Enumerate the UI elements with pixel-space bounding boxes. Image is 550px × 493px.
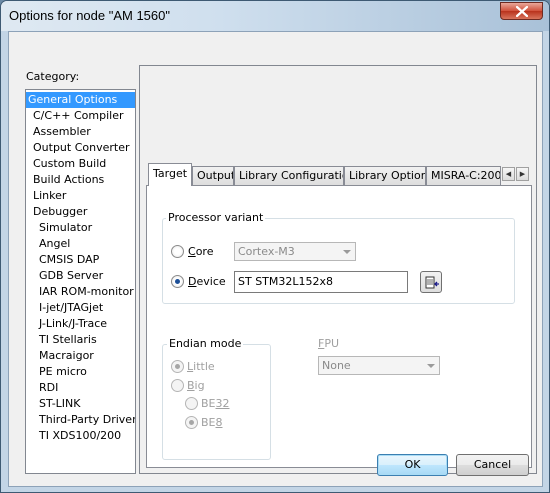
category-item-pe-micro[interactable]: PE micro — [26, 364, 135, 380]
core-select-value: Cortex-M3 — [238, 245, 295, 258]
category-item-simulator[interactable]: Simulator — [26, 220, 135, 236]
category-item-gdb-server[interactable]: GDB Server — [26, 268, 135, 284]
category-item-third-party-driver[interactable]: Third-Party Driver — [26, 412, 135, 428]
endian-mode-legend: Endian mode — [167, 337, 244, 350]
select-device-button[interactable] — [420, 271, 442, 293]
radio-dot — [175, 279, 180, 284]
device-field-value: ST STM32L152x8 — [238, 275, 334, 288]
category-item-output-converter[interactable]: Output Converter — [26, 140, 135, 156]
category-item-rdi[interactable]: RDI — [26, 380, 135, 396]
tab-library-options[interactable]: Library Options — [344, 166, 426, 186]
processor-variant-legend: Processor variant — [166, 211, 266, 224]
core-label: Core — [188, 245, 214, 258]
core-select[interactable]: Cortex-M3 — [234, 242, 356, 261]
radio-dot — [189, 420, 194, 425]
big-endian-radio[interactable] — [171, 379, 184, 392]
chevron-left-icon: ◀ — [505, 170, 512, 178]
category-item-ti-stellaris[interactable]: TI Stellaris — [26, 332, 135, 348]
category-item-linker[interactable]: Linker — [26, 188, 135, 204]
device-field[interactable]: ST STM32L152x8 — [234, 271, 408, 293]
category-item-general-options[interactable]: General Options — [26, 92, 135, 108]
fpu-select[interactable]: None — [318, 356, 440, 375]
tab-library-configuration[interactable]: Library Configuration — [234, 166, 344, 186]
category-item-j-link-j-trace[interactable]: J-Link/J-Trace — [26, 316, 135, 332]
tab-output[interactable]: Output — [192, 166, 234, 186]
radio-dot — [175, 364, 180, 369]
cancel-button[interactable]: Cancel — [456, 454, 529, 476]
little-endian-radio[interactable] — [171, 360, 184, 373]
be8-label: BE8 — [201, 416, 223, 429]
device-radio[interactable] — [171, 275, 184, 288]
tab-misra-c[interactable]: MISRA-C:200 — [426, 166, 501, 186]
category-item-build-actions[interactable]: Build Actions — [26, 172, 135, 188]
close-button[interactable] — [500, 2, 543, 20]
chevron-down-icon — [427, 364, 435, 368]
ok-button[interactable]: OK — [377, 454, 448, 476]
category-item-iar-rom-monitor[interactable]: IAR ROM-monitor — [26, 284, 135, 300]
category-item-angel[interactable]: Angel — [26, 236, 135, 252]
be32-label: BE32 — [201, 397, 230, 410]
options-dialog: Options for node "AM 1560" Category: Gen… — [0, 0, 550, 493]
device-select-icon — [425, 276, 439, 289]
be8-radio[interactable] — [185, 416, 198, 429]
fpu-label: FPU — [318, 337, 340, 350]
core-radio[interactable] — [171, 245, 184, 258]
category-item-macraigor[interactable]: Macraigor — [26, 348, 135, 364]
category-item-debugger[interactable]: Debugger — [26, 204, 135, 220]
tab-target[interactable]: Target — [148, 163, 192, 186]
category-item-assembler[interactable]: Assembler — [26, 124, 135, 140]
category-item-cmsis-dap[interactable]: CMSIS DAP — [26, 252, 135, 268]
little-endian-label: Little — [187, 360, 215, 373]
be32-radio[interactable] — [185, 397, 198, 410]
category-item-i-jet-jtagjet[interactable]: I-jet/JTAGjet — [26, 300, 135, 316]
chevron-right-icon: ▶ — [519, 170, 526, 178]
category-list[interactable]: General Options C/C++ Compiler Assembler… — [25, 89, 136, 474]
chevron-down-icon — [343, 250, 351, 254]
close-icon — [516, 6, 528, 17]
category-label: Category: — [26, 70, 80, 83]
category-item-c-compiler[interactable]: C/C++ Compiler — [26, 108, 135, 124]
target-tab-page: Processor variant Core Cortex-M3 Device … — [146, 185, 532, 468]
category-item-custom-build[interactable]: Custom Build — [26, 156, 135, 172]
big-endian-label: Big — [187, 379, 205, 392]
tab-scroll-left-button[interactable]: ◀ — [502, 167, 515, 181]
window-title: Options for node "AM 1560" — [9, 8, 170, 23]
options-panel: Target Output Library Configuration Libr… — [139, 65, 537, 474]
dialog-client-area: Category: General Options C/C++ Compiler… — [8, 31, 543, 487]
category-item-st-link[interactable]: ST-LINK — [26, 396, 135, 412]
device-label: Device — [188, 275, 226, 288]
tab-scroll-right-button[interactable]: ▶ — [516, 167, 529, 181]
title-bar: Options for node "AM 1560" — [1, 1, 549, 31]
fpu-select-value: None — [322, 359, 351, 372]
category-item-ti-xds100-200[interactable]: TI XDS100/200 — [26, 428, 135, 444]
